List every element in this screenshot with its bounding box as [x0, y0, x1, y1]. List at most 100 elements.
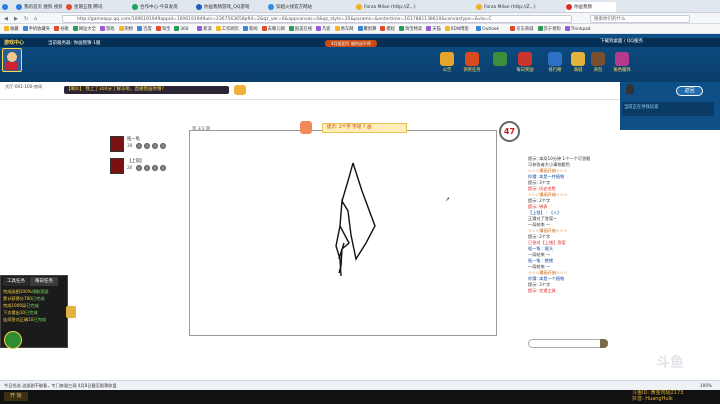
collapse-arrow-icon[interactable]	[66, 306, 76, 318]
start-button[interactable]: 开 始	[4, 392, 28, 401]
top-nav-7[interactable]: 角色服饰	[612, 52, 632, 76]
bookmark-item[interactable]: 易车网	[334, 26, 353, 32]
tab-tool-tasks[interactable]: 工具任务	[3, 277, 29, 286]
egg-icon[interactable]	[144, 165, 150, 171]
bookmark-item[interactable]: 百度	[137, 26, 152, 32]
login-links[interactable]: 下载到桌面 / QQ服务	[600, 38, 720, 47]
player-card[interactable]: 瓶一龟 30	[110, 136, 180, 156]
flower-icon[interactable]	[136, 165, 142, 171]
bookmark-item[interactable]: 购物	[118, 26, 133, 32]
task-item[interactable]: 下次猜出10已完成	[3, 309, 65, 316]
bookmark-item[interactable]: 京东商城	[510, 26, 533, 32]
top-nav-0[interactable]: 公告	[437, 52, 457, 76]
top-nav-label: 公告	[442, 68, 452, 73]
top-nav-icon	[571, 52, 585, 66]
horn-icon[interactable]	[234, 85, 246, 95]
tab-4[interactable]: 穿越火线官方网站	[268, 2, 352, 12]
tab-label: 你画我猜	[574, 5, 592, 10]
status-left-text[interactable]: 今日优选 这部剧不能看，专门来毁三观 4月8日截至股票收盘	[4, 383, 117, 389]
bookmark-item[interactable]: 淘宝	[155, 26, 170, 32]
back-icon[interactable]: ◀	[4, 16, 8, 22]
mic-icon[interactable]	[626, 84, 634, 94]
player-name: 瓶一龟	[127, 137, 140, 142]
forward-icon[interactable]: ▶	[14, 16, 18, 22]
bookmark-item[interactable]: 手机收藏夹	[22, 26, 50, 32]
bookmark-item[interactable]: 新浪	[197, 26, 212, 32]
bookmark-item[interactable]: 去哪儿网	[261, 26, 285, 32]
bookmark-icon	[243, 26, 248, 31]
bookmark-item[interactable]: 0DN博客	[444, 26, 469, 32]
gift-icon[interactable]	[152, 165, 158, 171]
bookmark-item[interactable]: 凡客	[316, 26, 331, 32]
notice-banner[interactable]: 4月组团写 福利送不停	[325, 40, 377, 47]
bookmark-label: 收藏	[10, 27, 19, 32]
chat-input[interactable]	[528, 339, 603, 348]
bookmark-item[interactable]: 网址大全	[72, 26, 96, 32]
tab-favicon-icon	[132, 4, 138, 10]
task-status: 领取奖励	[31, 289, 49, 294]
bookmark-item[interactable]: 淘宝特卖	[399, 26, 422, 32]
top-nav-4[interactable]: 排行榜	[545, 52, 565, 76]
bookmark-item[interactable]: 苏宁易购	[537, 26, 561, 32]
prop-icon[interactable]	[160, 143, 166, 149]
bookmark-item[interactable]: 国美在线	[288, 26, 312, 32]
top-nav-5[interactable]: 商城	[568, 52, 588, 76]
bookmark-item[interactable]: 携程	[380, 26, 395, 32]
task-text: 累计获得分700	[3, 296, 32, 301]
bookmark-label: 网址大全	[78, 27, 96, 32]
bookmark-label: 新闻	[249, 27, 258, 32]
bookmark-item[interactable]: 游戏	[99, 26, 114, 32]
egg-icon[interactable]	[144, 143, 150, 149]
top-nav-3[interactable]: 每日奖励	[515, 52, 535, 76]
tab-label: 合作中心-今日发现	[140, 5, 178, 10]
gift-icon[interactable]	[152, 143, 158, 149]
bookmark-icon	[261, 26, 267, 31]
tab-1[interactable]: 星期五我 腾讯	[66, 2, 128, 12]
flower-icon[interactable]	[136, 143, 142, 149]
top-nav-1[interactable]: 领奖任务	[462, 52, 482, 76]
refresh-icon[interactable]: ↻	[24, 16, 28, 22]
player-card[interactable]: 【上锁】 20	[110, 158, 180, 178]
bookmark-item[interactable]: Thinkpad	[564, 26, 591, 32]
bookmark-item[interactable]: 谷歌	[54, 26, 69, 32]
task-item[interactable]: 完成1000局已完成	[3, 302, 65, 309]
player-score: 30	[127, 143, 133, 148]
drawing-canvas[interactable]	[189, 130, 497, 336]
top-nav-2[interactable]	[490, 52, 510, 76]
bookmark-label: 京东商城	[516, 27, 534, 32]
top-nav-icon	[615, 52, 629, 66]
task-item[interactable]: 完成画图100%领取奖励	[3, 288, 65, 295]
player-score: 20	[127, 165, 133, 170]
zoom-level[interactable]: 100%	[700, 383, 712, 388]
bookmark-icon	[137, 26, 143, 31]
bookmark-icon	[380, 26, 386, 31]
prop-icon[interactable]	[160, 165, 166, 171]
bookmark-item[interactable]: 360	[174, 26, 189, 32]
bookmark-item[interactable]: 工作网页	[215, 26, 239, 32]
tab-2[interactable]: 合作中心-今日发现	[132, 2, 192, 12]
task-item[interactable]: 累计获得分700已完成	[3, 295, 65, 302]
url-input[interactable]: http://gameapp.qq.com/1006191949appid=10…	[62, 15, 572, 23]
tab-6[interactable]: Forza Milan (http://Z...)	[476, 2, 562, 12]
back-button[interactable]: 返回	[676, 86, 703, 96]
browser-logo-icon[interactable]	[2, 2, 12, 12]
avatar[interactable]	[2, 48, 22, 72]
tab-5[interactable]: Forza Milan (http://Z...)	[356, 2, 472, 12]
tab-daily-tasks[interactable]: 每日任务	[30, 277, 58, 286]
tab-7[interactable]: 你画我猜	[566, 2, 616, 12]
send-button[interactable]	[600, 339, 608, 348]
bookmark-item[interactable]: 天猫	[426, 26, 441, 32]
bookmark-item[interactable]: 聚划算	[357, 26, 376, 32]
bookmark-item[interactable]: 新闻	[243, 26, 258, 32]
tab-0[interactable]: 我的首页 搜狗 视频门户	[16, 2, 62, 12]
tab-3[interactable]: 你画我猜游戏_QQ游戏	[196, 2, 264, 12]
top-nav-6[interactable]: 背包	[588, 52, 608, 76]
bookmark-item[interactable]: Outlook	[476, 26, 499, 32]
task-item[interactable]: 连续答对正确10已完成	[3, 316, 65, 323]
bookmark-icon	[4, 26, 9, 31]
home-icon[interactable]: ⌂	[34, 16, 37, 22]
game-center-title[interactable]: 游戏中心	[4, 39, 24, 46]
mouse-cursor-icon: ➚	[445, 196, 451, 203]
bookmark-item[interactable]: 收藏	[4, 26, 19, 32]
search-input[interactable]: 搜索你们的什么	[590, 15, 690, 23]
